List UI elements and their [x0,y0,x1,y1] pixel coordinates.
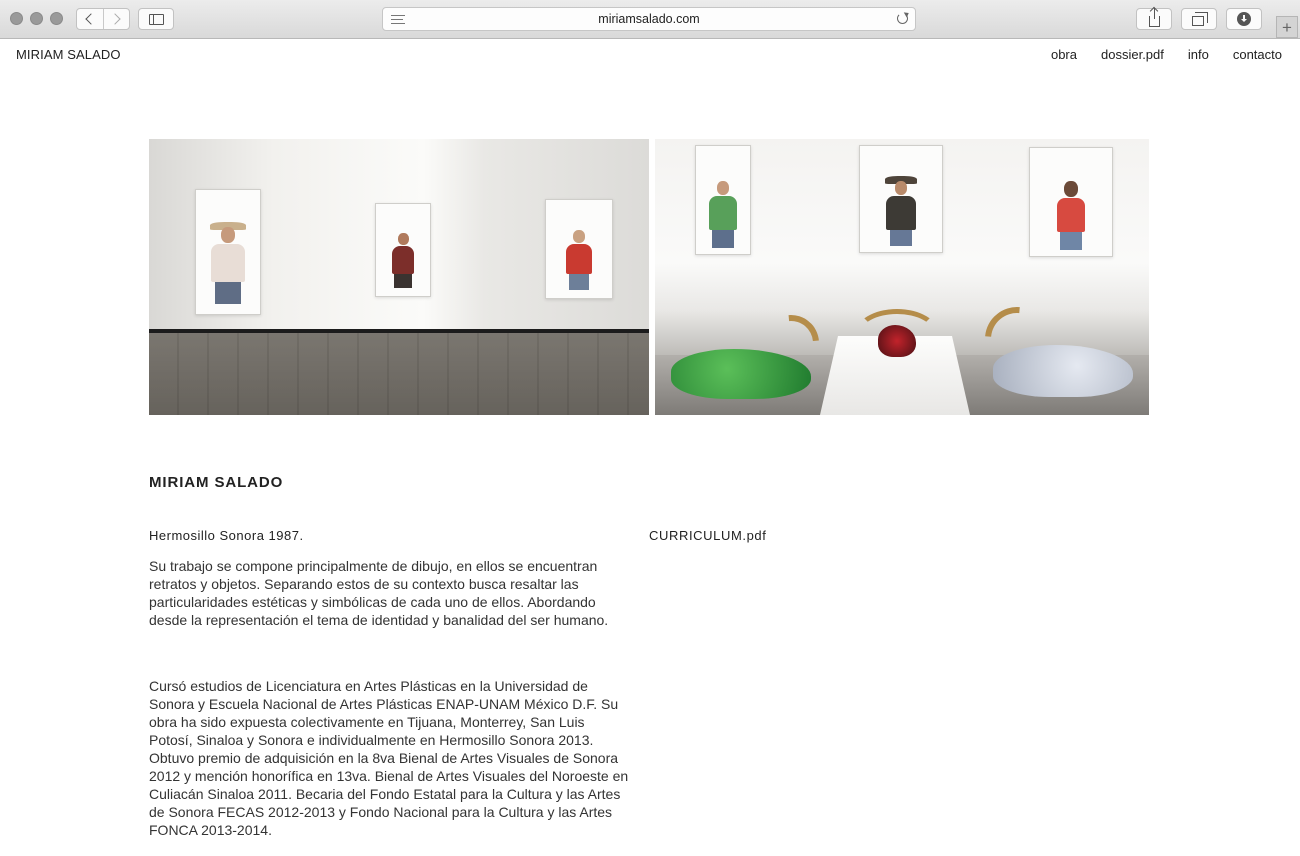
address-bar[interactable]: miriamsalado.com [382,7,916,31]
url-text: miriamsalado.com [598,12,700,26]
tabs-overview-button[interactable] [1181,8,1217,30]
site-title-link[interactable]: MIRIAM SALADO [16,47,121,62]
portrait-drawing [375,203,431,297]
share-icon [1148,7,1160,27]
new-tab-button[interactable]: + [1276,16,1298,38]
artist-biography: Cursó estudios de Licenciatura en Artes … [149,678,629,838]
back-button[interactable] [77,9,103,29]
plus-icon: + [1282,17,1292,37]
nav-contacto[interactable]: contacto [1233,47,1282,62]
sidebar-toggle-button[interactable] [138,8,174,30]
nav-obra[interactable]: obra [1051,47,1077,62]
birthplace-year: Hermosillo Sonora 1987. [149,528,304,543]
minimize-window-button[interactable] [30,12,43,25]
chevron-right-icon [109,13,121,25]
chevron-left-icon [85,13,97,25]
tabs-overview-icon [1191,11,1208,26]
forward-button[interactable] [102,9,130,29]
download-icon [1237,12,1251,26]
portrait-drawing [695,145,751,255]
portrait-drawing [859,145,943,253]
portrait-drawing [1029,147,1113,257]
share-button[interactable] [1136,7,1172,30]
close-window-button[interactable] [10,12,23,25]
reload-icon[interactable] [897,13,908,24]
site-navigation: obra dossier.pdf info contacto [1051,47,1282,62]
nav-info[interactable]: info [1188,47,1209,62]
artist-statement: Su trabajo se compone principalmente de … [149,558,609,628]
portrait-drawing [545,199,613,299]
nav-dossier[interactable]: dossier.pdf [1101,47,1164,62]
downloads-button[interactable] [1226,8,1262,30]
history-navigation [76,8,130,30]
artist-name-heading: MIRIAM SALADO [149,474,284,491]
browser-toolbar: miriamsalado.com [0,0,1300,39]
curriculum-pdf-link[interactable]: CURRICULUM.pdf [649,528,766,543]
zoom-window-button[interactable] [50,12,63,25]
portrait-drawing [195,189,261,315]
sidebar-icon [148,13,164,25]
gallery-image-right [655,139,1149,415]
gallery-image-left [149,139,649,415]
